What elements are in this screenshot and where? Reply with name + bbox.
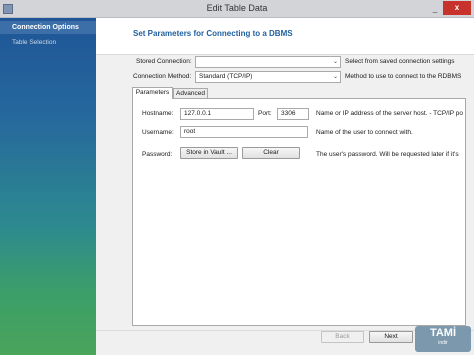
username-label: Username: [142,129,174,136]
hostname-input[interactable]: 127.0.0.1 [180,108,254,120]
password-label: Password: [142,151,173,158]
next-button[interactable]: Next [369,331,413,343]
page-header: Set Parameters for Connecting to a DBMS [96,18,474,55]
connection-method-label: Connection Method: [133,73,192,80]
clear-password-button[interactable]: Clear [242,147,300,159]
stored-connection-label: Stored Connection: [136,58,192,65]
title-bar: Edit Table Data _ x [0,0,474,18]
tamindir-watermark-logo: TAMİ indir [415,326,471,352]
store-in-vault-button[interactable]: Store in Vault ... [180,147,238,159]
port-label: Port: [258,110,272,117]
hostname-label: Hostname: [142,110,174,117]
password-hint: The user's password. Will be requested l… [316,151,459,158]
connection-method-value: Standard (TCP/IP) [199,73,253,80]
hostname-hint: Name or IP address of the server host. -… [316,110,464,117]
sidebar: Connection Options Table Selection [0,18,96,355]
chevron-down-icon: ⌄ [332,74,338,80]
close-button[interactable]: x [443,1,471,15]
sidebar-item-connection-options[interactable]: Connection Options [0,21,96,34]
connection-method-select[interactable]: Standard (TCP/IP) ⌄ [195,71,341,83]
stored-connection-hint: Select from saved connection settings [345,58,455,65]
watermark-subtext: indir [438,340,448,346]
watermark-text: TAMİ [429,327,457,339]
username-hint: Name of the user to connect with. [316,129,413,136]
minimize-button[interactable]: _ [430,5,440,13]
sidebar-item-table-selection[interactable]: Table Selection [12,39,56,46]
chevron-down-icon: ⌄ [332,59,338,65]
port-input[interactable]: 3306 [277,108,309,120]
username-input[interactable]: root [180,126,308,138]
stored-connection-select[interactable]: ⌄ [195,56,341,68]
window-title: Edit Table Data [206,3,268,13]
connection-method-hint: Method to use to connect to the RDBMS [345,73,462,80]
tab-parameters[interactable]: Parameters [132,87,173,99]
back-button[interactable]: Back [321,331,364,343]
page-title: Set Parameters for Connecting to a DBMS [133,29,293,38]
